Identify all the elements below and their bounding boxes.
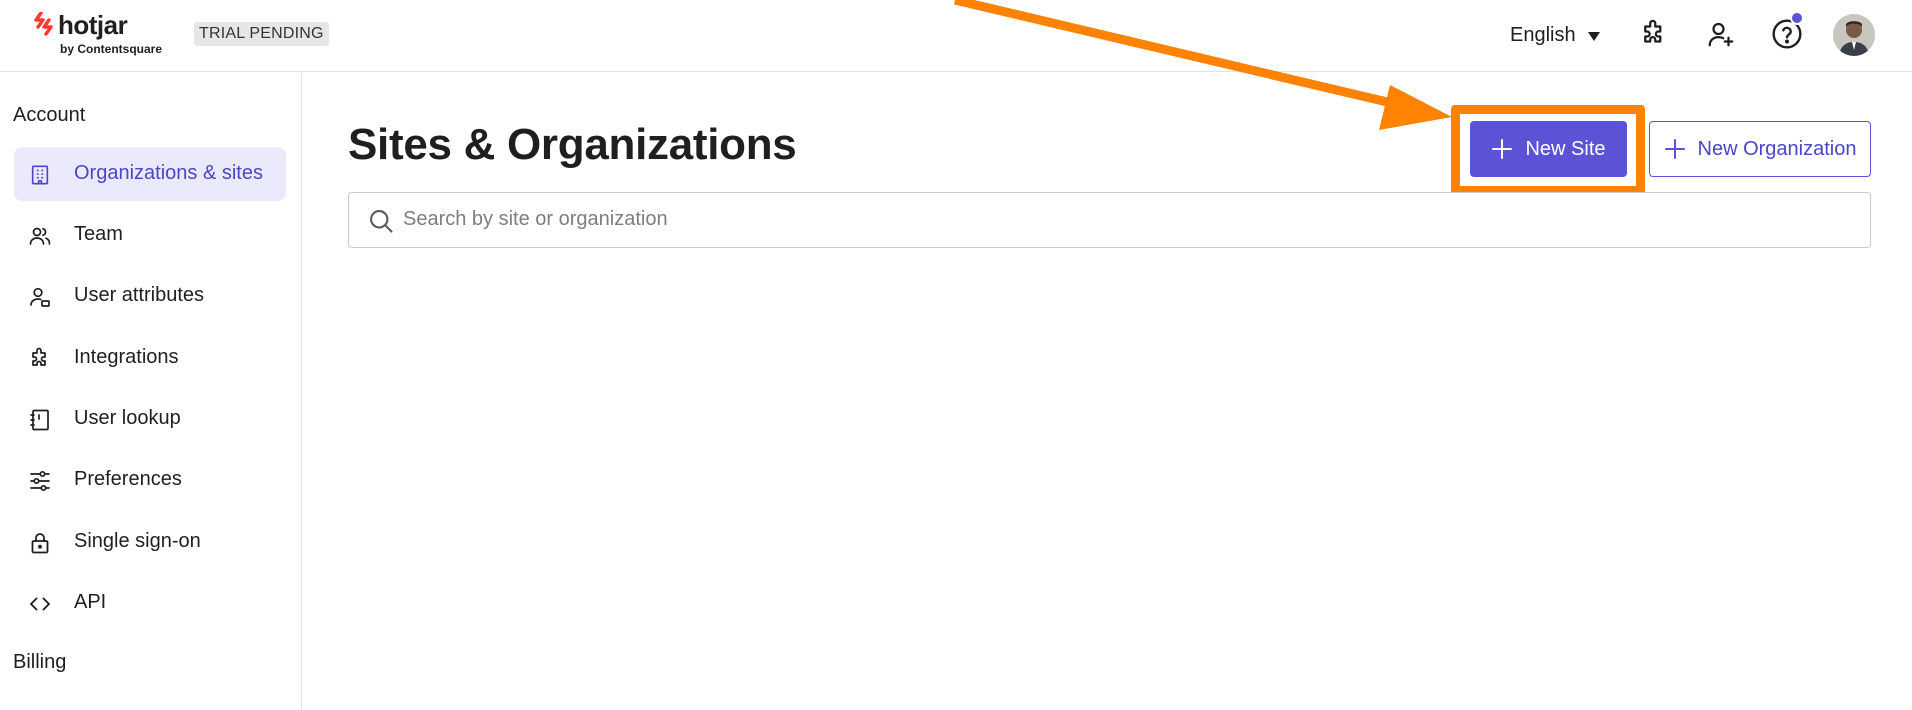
settings-sidebar: Account Organizations & sites Team User … bbox=[0, 73, 302, 710]
sidebar-item-user-attributes[interactable]: User attributes bbox=[14, 269, 286, 323]
new-organization-button[interactable]: New Organization bbox=[1649, 121, 1871, 177]
sidebar-item-user-lookup[interactable]: User lookup bbox=[14, 392, 286, 446]
integrations-icon[interactable] bbox=[1637, 17, 1671, 51]
page-title: Sites & Organizations bbox=[348, 120, 797, 169]
building-icon bbox=[28, 163, 52, 187]
avatar[interactable] bbox=[1833, 14, 1875, 56]
sidebar-item-preferences[interactable]: Preferences bbox=[14, 453, 286, 507]
annotation-highlight-box bbox=[1451, 105, 1645, 195]
sidebar-item-label: User attributes bbox=[74, 284, 205, 306]
sidebar-section-account: Account bbox=[13, 104, 86, 126]
chevron-down-icon bbox=[1587, 31, 1600, 41]
hotjar-logo[interactable]: hotjar by Contentsquare bbox=[34, 10, 174, 60]
trial-status-badge: TRIAL PENDING bbox=[194, 22, 329, 46]
sidebar-item-label: API bbox=[74, 591, 107, 613]
notebook-icon bbox=[28, 408, 52, 432]
sidebar-item-label: Integrations bbox=[74, 346, 179, 368]
user-attributes-icon bbox=[28, 285, 52, 309]
hotjar-logo-icon bbox=[34, 12, 53, 36]
plus-icon bbox=[1664, 139, 1685, 159]
sidebar-item-organizations-sites[interactable]: Organizations & sites bbox=[14, 147, 286, 201]
sidebar-section-billing: Billing bbox=[13, 651, 67, 673]
help-icon[interactable] bbox=[1770, 11, 1804, 51]
language-label: English bbox=[1510, 23, 1576, 46]
search-field[interactable] bbox=[348, 192, 1871, 248]
language-selector[interactable]: English bbox=[1510, 20, 1600, 50]
sidebar-item-label: User lookup bbox=[74, 407, 181, 429]
sidebar-item-label: Single sign-on bbox=[74, 530, 201, 552]
sidebar-item-single-sign-on[interactable]: Single sign-on bbox=[14, 515, 286, 569]
sliders-icon bbox=[28, 469, 52, 493]
logo-text: hotjar bbox=[58, 10, 128, 40]
team-icon bbox=[28, 224, 52, 248]
search-icon bbox=[370, 210, 393, 233]
sidebar-item-api[interactable]: API bbox=[14, 576, 286, 630]
sidebar-item-label: Team bbox=[74, 223, 123, 245]
sidebar-item-label: Preferences bbox=[74, 468, 182, 490]
new-organization-label: New Organization bbox=[1697, 137, 1857, 160]
invite-user-icon[interactable] bbox=[1704, 17, 1738, 51]
puzzle-icon bbox=[28, 347, 52, 371]
lock-icon bbox=[28, 531, 52, 555]
search-input[interactable] bbox=[403, 193, 1843, 246]
sidebar-item-team[interactable]: Team bbox=[14, 208, 286, 262]
sidebar-item-label: Organizations & sites bbox=[74, 162, 263, 184]
sidebar-item-integrations[interactable]: Integrations bbox=[14, 331, 286, 385]
code-icon bbox=[28, 592, 52, 616]
top-header: hotjar by Contentsquare TRIAL PENDING En… bbox=[0, 0, 1912, 72]
logo-subtext: by Contentsquare bbox=[60, 42, 163, 56]
notification-dot bbox=[1790, 11, 1804, 25]
